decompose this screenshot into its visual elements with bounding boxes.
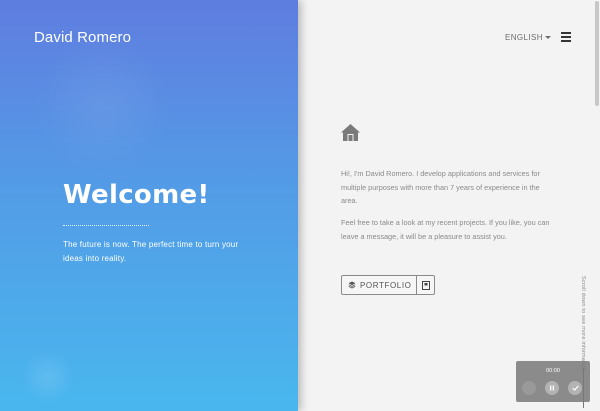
- portfolio-button-main[interactable]: PORTFOLIO: [342, 276, 416, 294]
- scroll-hint-text: Scroll down to see more information: [580, 276, 586, 371]
- pause-icon: [550, 385, 554, 391]
- player-time: 00:00: [546, 368, 560, 374]
- media-player: 00:00: [516, 361, 590, 402]
- hero-panel: David Romero Welcome! The future is now.…: [0, 0, 298, 411]
- hero-decoration: [18, 352, 78, 402]
- intro-paragraph-2: Feel free to take a look at my recent pr…: [341, 218, 550, 241]
- brand-name[interactable]: David Romero: [34, 29, 131, 46]
- portfolio-button[interactable]: PORTFOLIO: [341, 275, 436, 295]
- scrollbar[interactable]: [594, 0, 600, 411]
- language-select[interactable]: ENGLISH: [505, 33, 551, 42]
- hero-decoration: [28, 40, 178, 170]
- portfolio-label: PORTFOLIO: [360, 280, 412, 290]
- scrollbar-thumb[interactable]: [595, 1, 599, 106]
- caret-down-icon: [544, 36, 551, 40]
- hero-tagline: The future is now. The perfect time to t…: [63, 240, 239, 263]
- hero-title: Welcome!: [63, 180, 210, 210]
- language-label: ENGLISH: [505, 33, 543, 42]
- home-icon: [341, 124, 360, 141]
- portfolio-book-button[interactable]: [416, 276, 434, 294]
- check-icon: [571, 385, 579, 391]
- pause-button[interactable]: [545, 381, 559, 395]
- hero-title-underline: [63, 225, 149, 226]
- player-faded-button[interactable]: [522, 381, 536, 395]
- layers-icon: [348, 281, 356, 289]
- confirm-button[interactable]: [568, 381, 582, 395]
- book-icon: [421, 280, 430, 290]
- hamburger-icon[interactable]: [561, 32, 571, 42]
- intro-paragraph: Hi!, I'm David Romero. I develop applica…: [341, 169, 540, 205]
